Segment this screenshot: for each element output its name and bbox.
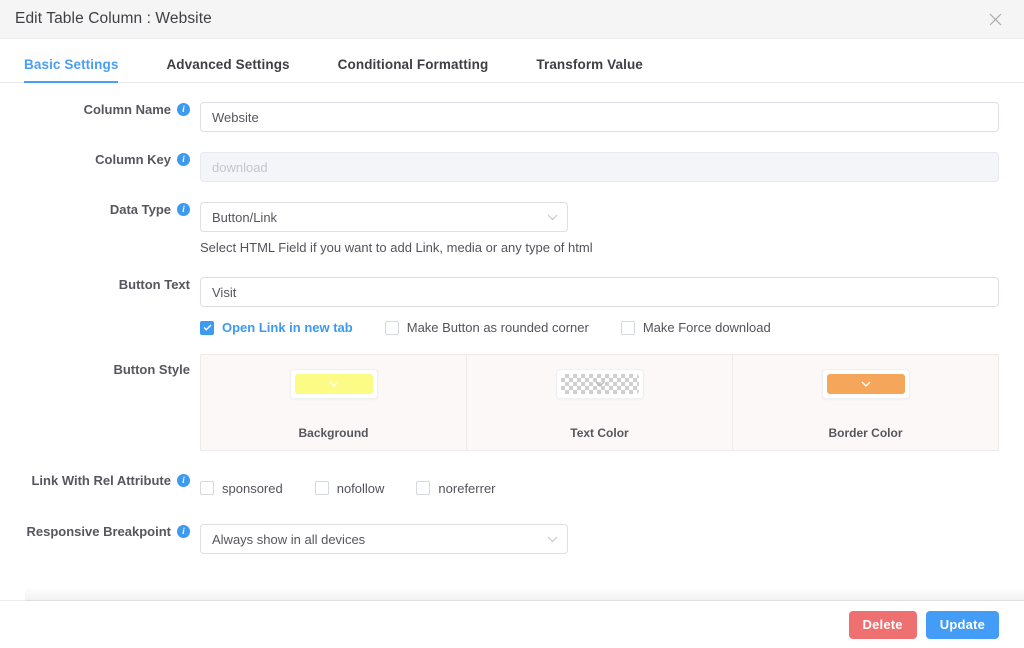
- background-swatch-wrap: [289, 369, 378, 399]
- data-type-select[interactable]: [200, 202, 568, 232]
- data-type-select-value[interactable]: [200, 202, 568, 232]
- column-key-field-wrap: [200, 152, 999, 182]
- page-title: Edit Table Column : Website: [15, 10, 212, 27]
- checkbox-nofollow[interactable]: nofollow: [314, 480, 385, 496]
- rel-attribute-options: sponsored nofollow noreferrer: [200, 473, 999, 503]
- style-cell-background: Background: [201, 355, 467, 450]
- checkbox-noreferrer[interactable]: noreferrer: [416, 480, 496, 496]
- text-color-swatch[interactable]: [560, 374, 639, 394]
- field-row-button-style: Button Style Background Text Color Borde…: [0, 354, 999, 451]
- checkbox-rounded-corner[interactable]: Make Button as rounded corner: [384, 320, 589, 335]
- checkbox-label: Open Link in new tab: [222, 320, 353, 335]
- data-type-label-group: Data Type i: [0, 202, 200, 217]
- checkbox-label: Make Force download: [642, 320, 771, 335]
- rel-attribute-field-wrap: sponsored nofollow noreferrer: [200, 473, 999, 503]
- form-body: Column Name i Column Key i Data Type i: [0, 83, 1024, 554]
- info-icon[interactable]: i: [177, 474, 190, 487]
- rel-attribute-label-group: Link With Rel Attribute i: [0, 473, 200, 488]
- button-text-label-group: Button Text: [0, 277, 200, 292]
- modal-header: Edit Table Column : Website: [0, 0, 1024, 39]
- checkbox-box[interactable]: [620, 320, 635, 335]
- checkbox-label: noreferrer: [438, 480, 496, 496]
- button-style-field-wrap: Background Text Color Border Color: [200, 354, 999, 451]
- checkbox-sponsored[interactable]: sponsored: [200, 481, 283, 496]
- column-name-field-wrap: [200, 102, 999, 132]
- edit-table-column-modal: Edit Table Column : Website Basic Settin…: [0, 0, 1024, 648]
- border-color-swatch[interactable]: [826, 374, 905, 394]
- button-text-input[interactable]: [200, 277, 999, 307]
- checkbox-box[interactable]: [416, 481, 431, 495]
- background-color-swatch[interactable]: [294, 374, 373, 394]
- background-caption: Background: [298, 426, 369, 440]
- button-text-label: Button Text: [118, 277, 190, 292]
- checkbox-label: nofollow: [336, 480, 385, 496]
- text-color-swatch-wrap: [555, 369, 644, 399]
- checkbox-label: Make Button as rounded corner: [406, 320, 589, 335]
- field-row-column-name: Column Name i: [0, 102, 999, 132]
- info-icon[interactable]: i: [177, 203, 190, 216]
- delete-button[interactable]: Delete: [848, 610, 917, 639]
- tab-conditional-formatting[interactable]: Conditional Formatting: [338, 57, 489, 82]
- column-key-input: [200, 152, 999, 182]
- style-cell-text-color: Text Color: [467, 355, 733, 450]
- column-name-input[interactable]: [200, 102, 999, 132]
- button-style-label-group: Button Style: [0, 354, 200, 377]
- responsive-breakpoint-field-wrap: [200, 524, 999, 554]
- checkbox-label: sponsored: [222, 480, 283, 496]
- info-icon[interactable]: i: [177, 103, 190, 116]
- checkbox-box[interactable]: [200, 481, 214, 495]
- field-row-column-key: Column Key i: [0, 152, 999, 182]
- data-type-helper-text: Select HTML Field if you want to add Lin…: [200, 240, 593, 255]
- responsive-breakpoint-select-value[interactable]: [200, 524, 568, 554]
- tab-basic-settings[interactable]: Basic Settings: [24, 57, 119, 83]
- responsive-breakpoint-select[interactable]: [200, 524, 568, 554]
- tab-advanced-settings[interactable]: Advanced Settings: [166, 57, 289, 82]
- button-style-label: Button Style: [113, 362, 190, 377]
- checkbox-open-link-new-tab[interactable]: Open Link in new tab: [200, 320, 353, 335]
- modal-footer: Delete Update: [0, 587, 1024, 648]
- field-row-data-type: Data Type i Select HTML Field if you wan…: [0, 202, 999, 255]
- column-key-label: Column Key: [95, 152, 171, 167]
- text-color-caption: Text Color: [570, 426, 629, 440]
- button-text-field-wrap: Open Link in new tab Make Button as roun…: [200, 277, 999, 335]
- border-color-swatch-wrap: [821, 369, 910, 399]
- tab-transform-value[interactable]: Transform Value: [536, 57, 643, 82]
- responsive-breakpoint-label: Responsive Breakpoint: [26, 524, 172, 539]
- column-name-label-group: Column Name i: [0, 102, 200, 117]
- checkbox-box[interactable]: [314, 481, 329, 495]
- checkbox-force-download[interactable]: Make Force download: [620, 320, 771, 335]
- checkbox-box[interactable]: [200, 320, 214, 335]
- style-cell-border-color: Border Color: [733, 355, 998, 450]
- field-row-responsive-breakpoint: Responsive Breakpoint i: [0, 524, 999, 554]
- rel-attribute-label: Link With Rel Attribute: [31, 473, 171, 488]
- column-key-label-group: Column Key i: [0, 152, 200, 167]
- button-style-panel: Background Text Color Border Color: [200, 354, 999, 451]
- close-icon[interactable]: [982, 6, 1008, 32]
- data-type-field-wrap: Select HTML Field if you want to add Lin…: [200, 202, 999, 255]
- button-options-group: Open Link in new tab Make Button as roun…: [200, 307, 999, 335]
- info-icon[interactable]: i: [177, 153, 190, 166]
- info-icon[interactable]: i: [177, 525, 190, 538]
- border-color-caption: Border Color: [828, 426, 903, 440]
- checkbox-box[interactable]: [384, 320, 399, 335]
- responsive-breakpoint-label-group: Responsive Breakpoint i: [0, 524, 200, 539]
- data-type-label: Data Type: [109, 202, 171, 217]
- column-name-label: Column Name: [83, 102, 171, 117]
- field-row-rel-attribute: Link With Rel Attribute i sponsored nofo…: [0, 473, 999, 503]
- field-row-button-text: Button Text Open Link in new tab: [0, 277, 999, 335]
- tab-bar: Basic Settings Advanced Settings Conditi…: [0, 39, 1024, 83]
- update-button[interactable]: Update: [925, 610, 999, 639]
